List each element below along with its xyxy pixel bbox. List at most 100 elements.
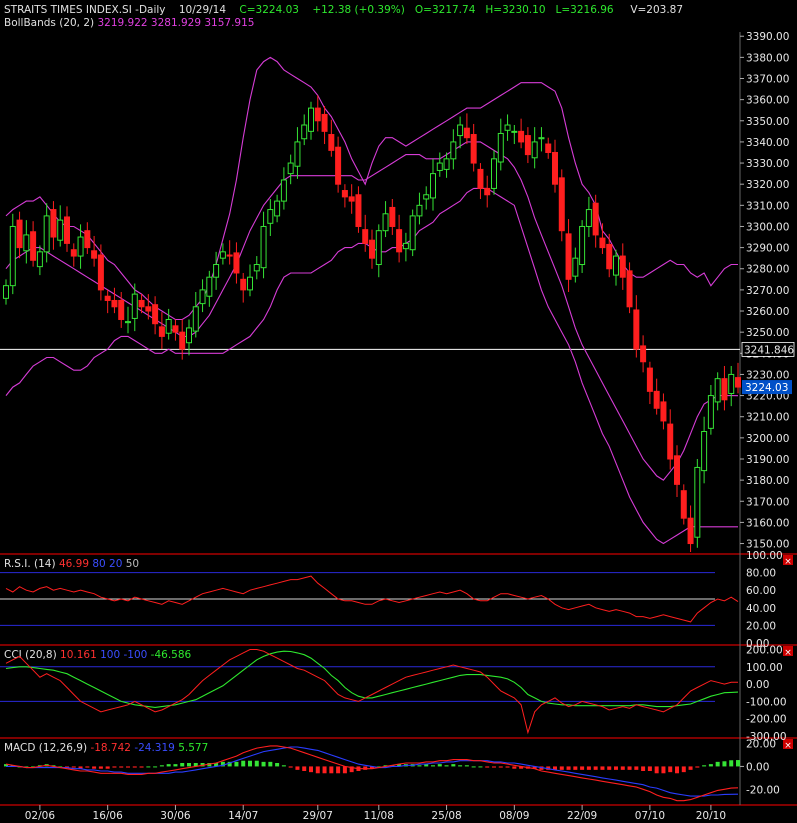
candle (104, 289, 111, 314)
macd-histogram-bar (248, 760, 252, 767)
macd-histogram-bar (695, 766, 700, 768)
candle (375, 224, 382, 278)
candle-body (423, 194, 430, 200)
candle-body (735, 377, 741, 388)
candle-body (497, 132, 504, 163)
candle-body (633, 309, 640, 350)
price-tick-label: 3380.00 (746, 52, 789, 64)
macd-histogram-bar (654, 766, 659, 774)
macd-histogram-bar (431, 765, 435, 767)
x-tick-label: 14/07 (228, 810, 258, 822)
candle-body (382, 213, 389, 232)
candle (599, 223, 606, 254)
macd-histogram-bar (112, 766, 117, 768)
candle (369, 229, 375, 269)
candle (3, 279, 9, 305)
rsi-tick-label: 40.00 (746, 603, 776, 615)
candle (308, 101, 314, 140)
macd-histogram-bar (485, 766, 490, 768)
candle (267, 198, 274, 236)
price-tick-label: 3300.00 (746, 221, 789, 233)
macd-histogram-bar (634, 766, 639, 770)
candle (524, 127, 531, 164)
candle-body (626, 270, 633, 308)
macd-histogram-bar (71, 766, 76, 768)
price-tick-label: 3310.00 (746, 200, 789, 212)
candle-body (646, 367, 653, 392)
candle (36, 245, 43, 276)
candle (111, 287, 118, 314)
candle-body (667, 423, 674, 460)
candle-body (314, 107, 321, 122)
candle-body (599, 237, 606, 249)
stock-chart[interactable]: ×××3150.003160.003170.003180.003190.0032… (0, 0, 797, 823)
macd-histogram-bar (336, 766, 341, 774)
candle-body (43, 215, 50, 253)
candle-body (50, 209, 57, 238)
candle (701, 416, 708, 484)
macd-tick-label: -20.00 (746, 784, 780, 796)
candle-body (504, 124, 511, 131)
candle (687, 505, 694, 552)
candle-body (23, 234, 30, 252)
macd-histogram-bar (729, 760, 734, 767)
candle-body (457, 124, 464, 137)
candle (321, 105, 328, 145)
candle-body (152, 304, 159, 325)
candle-body (260, 225, 267, 269)
macd-histogram-bar (417, 765, 422, 767)
cci-close-icon[interactable]: × (783, 646, 793, 658)
candle-body (91, 250, 98, 259)
rsi-close-icon[interactable]: × (783, 555, 793, 567)
macd-histogram-bar (641, 766, 646, 771)
price-tick-label: 3320.00 (746, 179, 789, 191)
price-tick-label: 3170.00 (746, 496, 789, 508)
candle (579, 220, 586, 273)
macd-histogram-bar (451, 764, 456, 767)
candle-body (619, 255, 626, 278)
candle (50, 201, 57, 250)
candle (477, 163, 484, 199)
macd-histogram-bar (92, 766, 97, 769)
rsi-close-icon-glyph: × (784, 557, 792, 567)
candle-body (64, 216, 70, 244)
candle-body (308, 107, 314, 132)
price-tick-label: 3210.00 (746, 412, 789, 424)
candle-body (179, 331, 186, 350)
x-tick-label: 25/08 (431, 810, 461, 822)
candle (491, 150, 497, 195)
price-tick-label: 3350.00 (746, 116, 789, 128)
candle-body (233, 252, 240, 274)
candle-body (145, 306, 152, 312)
macd-histogram-bar (668, 766, 673, 773)
macd-histogram-bar (675, 766, 679, 774)
macd-histogram-bar (261, 761, 266, 767)
candle-body (199, 289, 206, 305)
candle (226, 240, 233, 265)
macd-histogram-bar (512, 766, 517, 769)
cci-signal-line (5, 650, 739, 708)
candle-body (77, 236, 84, 257)
candle-body (694, 466, 701, 538)
macd-histogram-bar (559, 766, 564, 770)
macd-histogram-bar (241, 760, 246, 767)
candle (640, 335, 647, 373)
macd-tick-label: 0.00 (746, 761, 769, 773)
macd-histogram-bar (607, 766, 612, 770)
x-tick-label: 20/10 (696, 810, 726, 822)
candle (260, 211, 267, 279)
macd-histogram-bar (275, 763, 280, 767)
macd-histogram-bar (166, 764, 171, 767)
candle-body (131, 293, 138, 319)
macd-histogram-bar (85, 766, 90, 768)
macd-histogram-bar (173, 764, 178, 767)
candle (280, 167, 287, 210)
candle (619, 243, 626, 290)
candle-body (565, 233, 572, 280)
candle-body (402, 242, 409, 250)
x-tick-label: 29/07 (303, 810, 333, 822)
macd-histogram-bar (620, 766, 625, 770)
macd-histogram-bar (736, 760, 740, 767)
candle-body (321, 113, 328, 132)
cci-tick-label: 0.00 (746, 679, 769, 691)
